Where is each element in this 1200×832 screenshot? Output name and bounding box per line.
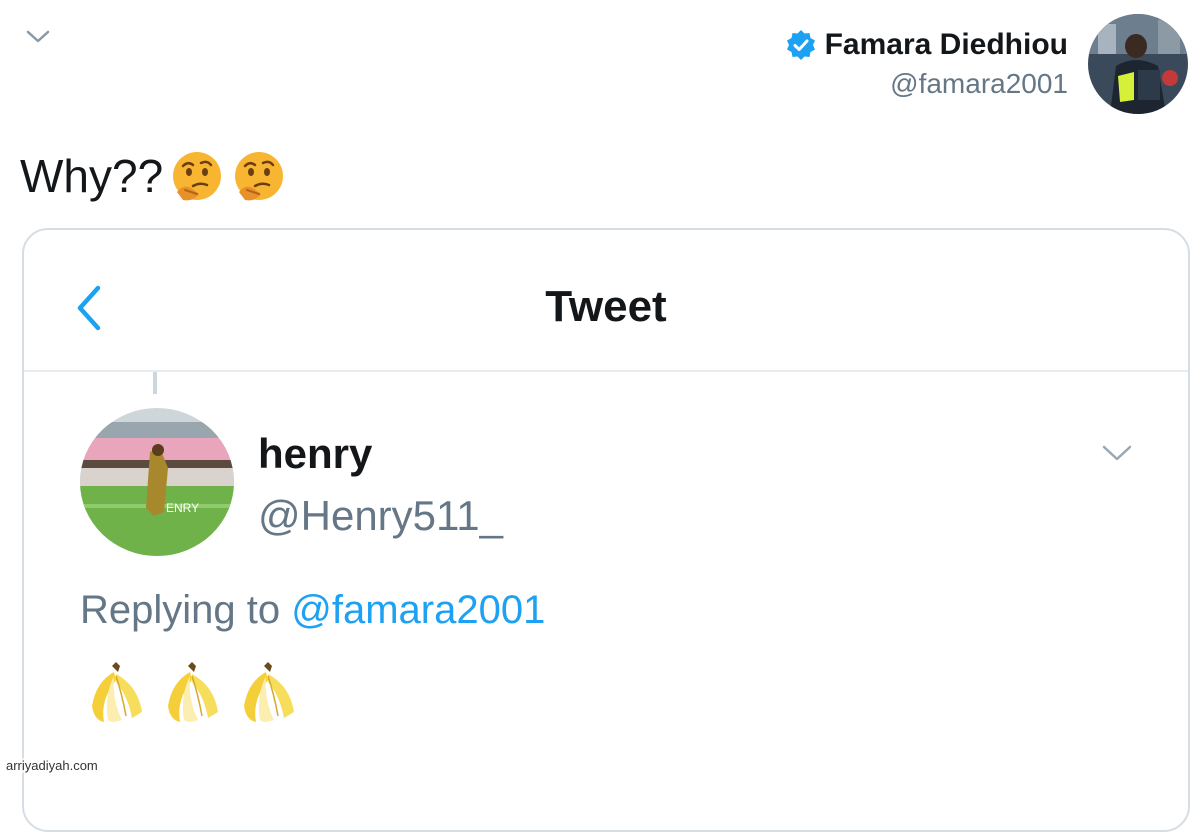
banana-icon — [92, 662, 142, 722]
author-name[interactable]: Famara Diedhiou — [825, 28, 1068, 62]
embedded-tweet-card[interactable]: Tweet ENRY henry @Henry511_ Replying to … — [22, 228, 1190, 832]
avatar[interactable]: ENRY — [80, 408, 234, 556]
author-text: Famara Diedhiou @famara2001 — [785, 28, 1068, 100]
mention-link[interactable]: @famara2001 — [291, 588, 545, 632]
card-title: Tweet — [545, 282, 667, 331]
replying-prefix: Replying to — [80, 588, 281, 632]
reply-author-name[interactable]: henry — [258, 430, 372, 478]
chevron-down-icon[interactable] — [24, 26, 52, 46]
thinking-face-icon — [173, 152, 222, 201]
chevron-down-icon[interactable] — [1100, 442, 1134, 464]
avatar[interactable] — [1088, 14, 1188, 114]
reply-body — [82, 660, 310, 726]
reply-author-handle[interactable]: @Henry511_ — [258, 492, 503, 540]
card-header: Tweet — [24, 230, 1188, 372]
verified-badge-icon — [786, 30, 815, 60]
thinking-face-icon — [235, 152, 284, 201]
author-handle[interactable]: @famara2001 — [890, 68, 1068, 100]
tweet-body: Why?? — [20, 150, 164, 202]
banana-icon — [244, 662, 294, 722]
player-avatar-icon — [1088, 14, 1188, 114]
tweet-author[interactable]: Famara Diedhiou @famara2001 — [785, 14, 1188, 114]
stadium-avatar-icon: ENRY — [80, 408, 234, 556]
watermark: arriyadiyah.com — [4, 758, 100, 773]
tweet-text: Why?? — [20, 148, 287, 204]
svg-text:ENRY: ENRY — [166, 501, 199, 515]
banana-icon — [168, 662, 218, 722]
author-name-row: Famara Diedhiou — [785, 28, 1068, 62]
replying-to-line: Replying to @famara2001 — [80, 588, 545, 633]
thread-connector — [153, 372, 157, 394]
